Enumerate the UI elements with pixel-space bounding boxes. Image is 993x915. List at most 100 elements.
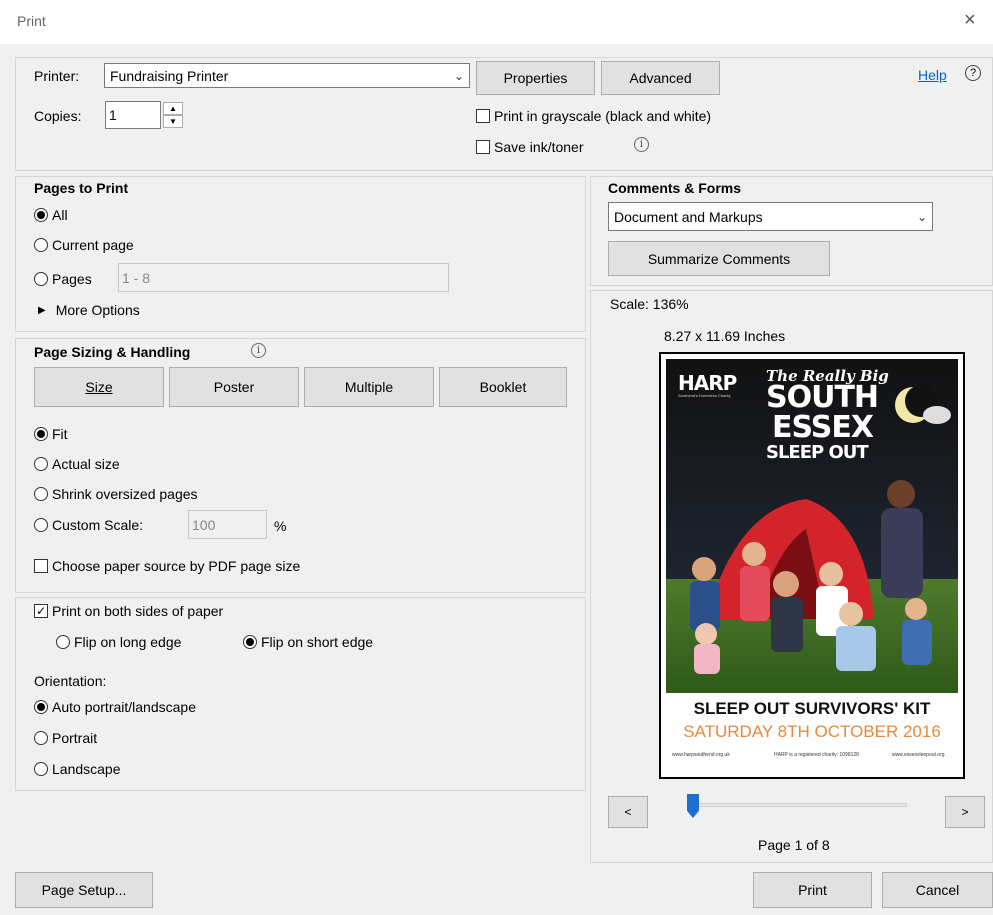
printer-label: Printer: [34,68,80,84]
comments-select[interactable]: Document and Markups ⌄ [608,202,933,231]
current-page-radio[interactable] [34,238,48,252]
percent-label: % [274,518,287,534]
chevron-down-icon: ⌄ [453,68,465,83]
grayscale-label: Print in grayscale (black and white) [494,108,712,124]
properties-button[interactable]: Properties [476,61,595,95]
printer-select-value: Fundraising Printer [110,67,229,84]
moon-graphic [895,385,951,424]
both-sides-checkbox[interactable]: ✓ [34,604,48,618]
page-indicator: Page 1 of 8 [758,837,830,853]
tab-multiple[interactable]: Multiple [304,367,434,407]
info-icon[interactable]: i [634,137,649,152]
paper-source-option[interactable]: Choose paper source by PDF page size [34,558,300,574]
page-setup-button[interactable]: Page Setup... [15,872,153,908]
all-pages-option[interactable]: All [34,207,68,223]
poster-footer-mid: HARP is a registered charity: 1098128 [774,752,859,758]
portrait-label: Portrait [52,730,98,746]
page-dimensions: 8.27 x 11.69 Inches [664,328,786,344]
all-pages-radio[interactable] [34,208,48,222]
chevron-down-icon: ⌄ [916,209,928,224]
long-edge-radio[interactable] [56,635,70,649]
page-slider-track[interactable] [689,803,907,807]
custom-scale-input[interactable]: 100 [188,510,267,539]
close-icon[interactable]: × [964,9,976,32]
title-bar [0,0,993,44]
pages-range-option[interactable]: Pages [34,271,92,287]
shrink-option[interactable]: Shrink oversized pages [34,486,198,502]
portrait-radio[interactable] [34,731,48,745]
copies-input[interactable]: 1 [105,101,161,129]
long-edge-option[interactable]: Flip on long edge [56,634,181,650]
more-options-label: More Options [55,302,140,318]
printer-select[interactable]: Fundraising Printer ⌄ [104,63,470,88]
fit-option[interactable]: Fit [34,426,68,442]
poster-title-south: SOUTH [766,380,879,415]
poster-title-essex: ESSEX [772,410,874,445]
save-ink-label: Save ink/toner [494,139,584,155]
fit-label: Fit [52,426,68,442]
tab-poster[interactable]: Poster [169,367,299,407]
landscape-radio[interactable] [34,762,48,776]
cancel-button[interactable]: Cancel [882,872,993,908]
actual-size-radio[interactable] [34,457,48,471]
tab-size[interactable]: Size [34,367,164,407]
next-page-button[interactable]: > [945,796,985,828]
short-edge-radio[interactable] [243,635,257,649]
poster-footer-left: www.harpsouthend.org.uk [672,752,730,758]
landscape-option[interactable]: Landscape [34,761,121,777]
scale-readout: Scale: 136% [610,296,689,312]
auto-orientation-label: Auto portrait/landscape [52,699,196,715]
auto-orientation-radio[interactable] [34,700,48,714]
prev-page-button[interactable]: < [608,796,648,828]
summarize-comments-button[interactable]: Summarize Comments [608,241,830,276]
custom-scale-label: Custom Scale: [52,517,144,533]
window-title: Print [17,13,46,29]
current-page-label: Current page [52,237,134,253]
paper-source-checkbox[interactable] [34,559,48,573]
grayscale-checkbox[interactable] [476,109,490,123]
print-button[interactable]: Print [753,872,872,908]
triangle-right-icon: ▶ [38,304,46,316]
info-icon[interactable]: i [251,343,266,358]
short-edge-label: Flip on short edge [261,634,374,650]
grayscale-option[interactable]: Print in grayscale (black and white) [476,108,711,124]
stepper-down-icon[interactable]: ▼ [163,115,183,128]
people-graphic [690,480,932,674]
copies-stepper[interactable]: ▲ ▼ [163,102,185,130]
orientation-label: Orientation: [34,673,107,689]
save-ink-option[interactable]: Save ink/toner [476,139,584,155]
comments-heading: Comments & Forms [608,180,742,196]
help-link[interactable]: Help [918,67,947,83]
pages-range-radio[interactable] [34,272,48,286]
poster-title-sleepout: SLEEP OUT [766,442,869,463]
auto-orientation-option[interactable]: Auto portrait/landscape [34,699,196,715]
both-sides-option[interactable]: ✓ Print on both sides of paper [34,603,223,619]
actual-size-option[interactable]: Actual size [34,456,120,472]
more-options-toggle[interactable]: ▶ More Options [38,302,140,318]
tab-booklet[interactable]: Booklet [439,367,567,407]
custom-scale-radio[interactable] [34,518,48,532]
shrink-radio[interactable] [34,487,48,501]
page-preview: HARP Southend's Homeless Charity The Rea… [659,352,965,779]
poster-image: HARP Southend's Homeless Charity The Rea… [666,359,958,763]
comments-select-value: Document and Markups [614,208,763,225]
poster-date: SATURDAY 8TH OCTOBER 2016 [683,722,941,741]
poster-footer-right: www.essexsleepout.org [892,752,945,758]
long-edge-label: Flip on long edge [74,634,182,650]
portrait-option[interactable]: Portrait [34,730,97,746]
save-ink-checkbox[interactable] [476,140,490,154]
harp-subtitle: Southend's Homeless Charity [678,393,731,398]
help-icon[interactable]: ? [965,65,981,81]
current-page-option[interactable]: Current page [34,237,134,253]
pages-range-input[interactable]: 1 - 8 [118,263,449,292]
custom-scale-option[interactable]: Custom Scale: [34,517,143,533]
page-sizing-heading: Page Sizing & Handling [34,344,191,360]
shrink-label: Shrink oversized pages [52,486,198,502]
fit-radio[interactable] [34,427,48,441]
harp-logo: HARP [678,371,737,395]
paper-source-label: Choose paper source by PDF page size [52,558,301,574]
poster-kit-title: SLEEP OUT SURVIVORS' KIT [693,699,931,718]
short-edge-option[interactable]: Flip on short edge [243,634,373,650]
advanced-button[interactable]: Advanced [601,61,720,95]
stepper-up-icon[interactable]: ▲ [163,102,183,115]
